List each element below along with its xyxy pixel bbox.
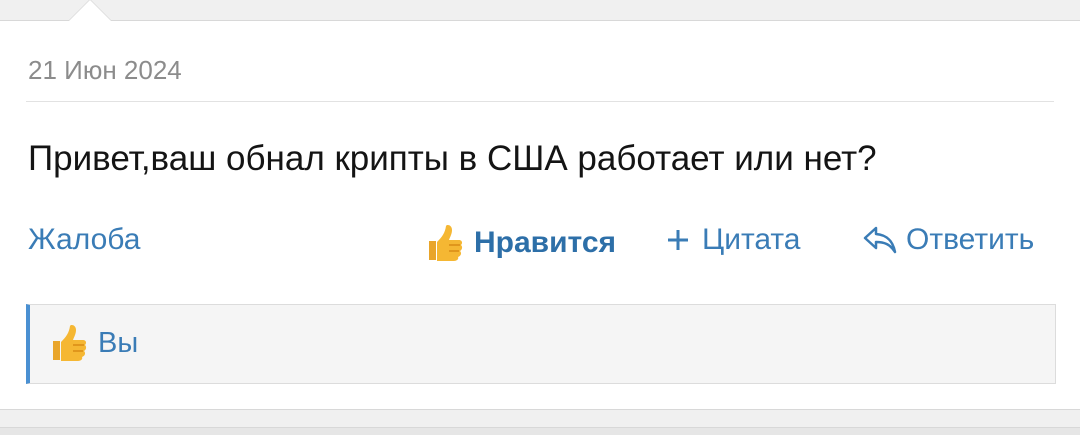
post-message-text: Привет,ваш обнал крипты в США работает и…	[28, 139, 877, 178]
post-actions: Жалоба Нравится Цитата Ответить	[0, 223, 1080, 263]
like-label: Нравится	[474, 226, 617, 259]
post-pointer-arrow	[68, 0, 112, 21]
thumbs-up-icon	[426, 223, 464, 263]
plus-icon	[666, 228, 690, 252]
reply-arrow-icon	[862, 224, 898, 256]
reply-label: Ответить	[906, 223, 1035, 256]
report-label: Жалоба	[28, 223, 141, 256]
thumbs-up-icon	[50, 323, 88, 363]
like-button[interactable]: Нравится	[426, 223, 616, 263]
post-date: 21 Июн 2024	[28, 55, 182, 85]
message-post: 21 Июн 2024 Привет,ваш обнал крипты в СШ…	[0, 0, 1080, 410]
likes-summary-text[interactable]: Вы	[98, 327, 138, 360]
likes-summary[interactable]: Вы	[26, 304, 1056, 384]
quote-button[interactable]: Цитата	[666, 223, 800, 257]
quote-label: Цитата	[702, 223, 801, 256]
report-link[interactable]: Жалоба	[28, 223, 140, 257]
reply-button[interactable]: Ответить	[862, 223, 1034, 257]
post-divider	[26, 101, 1054, 102]
